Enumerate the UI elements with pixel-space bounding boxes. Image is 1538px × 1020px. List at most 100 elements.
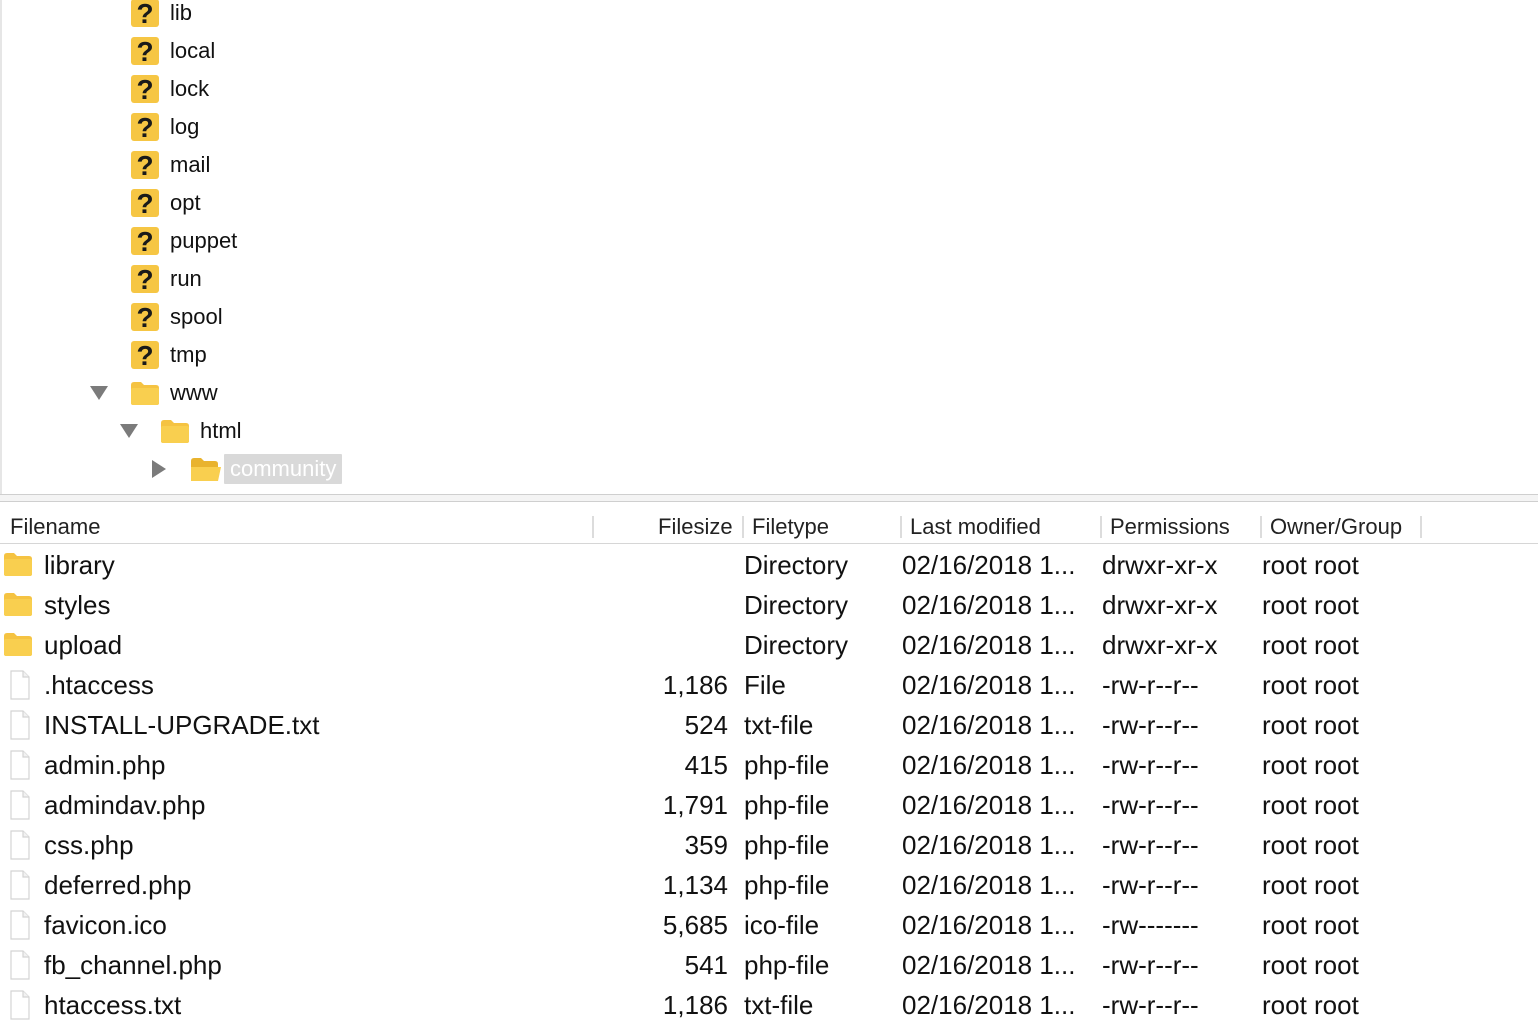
file-type: php-file (744, 870, 830, 900)
tree-item-puppet[interactable]: ? puppet (130, 222, 237, 260)
file-name: .htaccess (44, 670, 154, 700)
column-divider[interactable] (1100, 516, 1102, 538)
file-name: styles (44, 590, 111, 620)
column-divider[interactable] (900, 516, 902, 538)
file-name: upload (44, 630, 123, 660)
column-header-last-modified[interactable]: Last modified (910, 514, 1041, 540)
tree-item-lock[interactable]: ? lock (130, 70, 209, 108)
file-owner-group: root root (1262, 830, 1359, 860)
tree-item-html[interactable]: html (160, 412, 242, 450)
tree-item-local[interactable]: ? local (130, 32, 215, 70)
file-type: txt-file (744, 990, 814, 1020)
chevron-right-icon (152, 460, 166, 478)
svg-text:?: ? (136, 340, 153, 370)
file-name: fb_channel.php (44, 950, 222, 980)
file-permissions: -rw-r--r-- (1102, 710, 1199, 740)
file-row[interactable]: htaccess.txt 1,186 txt-file 02/16/2018 1...… (0, 985, 1538, 1020)
file-type: php-file (744, 750, 830, 780)
file-last-modified: 02/16/2018 1... (902, 750, 1076, 780)
column-header-filename[interactable]: Filename (10, 514, 100, 540)
file-row[interactable]: library Directory 02/16/2018 1... drwxr-xr-… (0, 545, 1538, 585)
file-permissions: -rw-r--r-- (1102, 670, 1199, 700)
file-size: 541 (684, 950, 728, 980)
file-row[interactable]: admin.php 415 php-file 02/16/2018 1... -rw-r… (0, 745, 1538, 785)
file-row[interactable]: .htaccess 1,186 File 02/16/2018 1... -rw-r--… (0, 665, 1538, 705)
column-divider[interactable] (1420, 516, 1422, 538)
tree-item-mail[interactable]: ? mail (130, 146, 210, 184)
tree-item-community[interactable]: community (190, 450, 343, 488)
svg-text:?: ? (136, 264, 153, 294)
tree-item-label: spool (170, 304, 223, 329)
file-last-modified: 02/16/2018 1... (902, 790, 1076, 820)
file-row[interactable]: admindav.php 1,791 php-file 02/16/2018 1...… (0, 785, 1538, 825)
file-owner-group: root root (1262, 790, 1359, 820)
file-permissions: drwxr-xr-x (1102, 630, 1218, 660)
file-row[interactable]: deferred.php 1,134 php-file 02/16/2018 1...… (0, 865, 1538, 905)
folder-icon (130, 380, 160, 406)
file-name: htaccess.txt (44, 990, 182, 1020)
column-header-owner-group[interactable]: Owner/Group (1270, 514, 1402, 540)
column-header-permissions[interactable]: Permissions (1110, 514, 1230, 540)
tree-item-www[interactable]: www (130, 374, 218, 412)
folder-icon (3, 551, 33, 579)
tree-item-opt[interactable]: ? opt (130, 184, 201, 222)
tree-item-lib[interactable]: ? lib (130, 0, 192, 32)
tree-item-label: html (200, 418, 242, 443)
file-type: php-file (744, 790, 830, 820)
file-row[interactable]: upload Directory 02/16/2018 1... drwxr-xr-x… (0, 625, 1538, 665)
question-icon: ? (130, 188, 160, 218)
file-icon (6, 790, 36, 820)
file-name: library (44, 550, 115, 580)
file-type: php-file (744, 950, 830, 980)
tree-item-tmp[interactable]: ? tmp (130, 336, 207, 374)
file-last-modified: 02/16/2018 1... (902, 550, 1076, 580)
remote-directory-tree: ? lib ? local ? lock ? log ? mail ? opt … (0, 0, 1538, 494)
file-list: library Directory 02/16/2018 1... drwxr-xr-… (0, 545, 1538, 1020)
expand-community-toggle[interactable] (148, 458, 170, 480)
file-owner-group: root root (1262, 550, 1359, 580)
svg-text:?: ? (136, 0, 153, 28)
svg-text:?: ? (136, 36, 153, 66)
file-permissions: -rw-r--r-- (1102, 870, 1199, 900)
column-divider[interactable] (592, 516, 594, 538)
file-row[interactable]: css.php 359 php-file 02/16/2018 1... -rw-r--… (0, 825, 1538, 865)
column-divider[interactable] (1260, 516, 1262, 538)
tree-item-log[interactable]: ? log (130, 108, 199, 146)
file-last-modified: 02/16/2018 1... (902, 590, 1076, 620)
file-last-modified: 02/16/2018 1... (902, 910, 1076, 940)
expand-www-toggle[interactable] (88, 382, 110, 404)
file-owner-group: root root (1262, 990, 1359, 1020)
question-icon: ? (130, 74, 160, 104)
file-row[interactable]: fb_channel.php 541 php-file 02/16/2018 1...… (0, 945, 1538, 985)
tree-item-spool[interactable]: ? spool (130, 298, 223, 336)
question-icon: ? (130, 226, 160, 256)
file-owner-group: root root (1262, 750, 1359, 780)
file-permissions: drwxr-xr-x (1102, 590, 1218, 620)
tree-item-label: opt (170, 190, 201, 215)
file-last-modified: 02/16/2018 1... (902, 870, 1076, 900)
column-header-filetype[interactable]: Filetype (752, 514, 829, 540)
file-type: txt-file (744, 710, 814, 740)
file-icon (6, 670, 36, 700)
file-type: Directory (744, 550, 849, 580)
column-divider[interactable] (742, 516, 744, 538)
file-permissions: drwxr-xr-x (1102, 550, 1218, 580)
column-header-filesize[interactable]: Filesize (658, 514, 733, 540)
question-icon: ? (130, 264, 160, 294)
svg-text:?: ? (136, 74, 153, 104)
file-row[interactable]: favicon.ico 5,685 ico-file 02/16/2018 1... -… (0, 905, 1538, 945)
chevron-down-icon (120, 424, 138, 438)
file-permissions: -rw-r--r-- (1102, 830, 1199, 860)
tree-item-label: mail (170, 152, 211, 177)
file-row[interactable]: styles Directory 02/16/2018 1... drwxr-xr-x… (0, 585, 1538, 625)
file-row[interactable]: INSTALL-UPGRADE.txt 524 txt-file 02/16/2018… (0, 705, 1538, 745)
tree-item-label: log (170, 114, 200, 139)
svg-text:?: ? (136, 112, 153, 142)
tree-item-label: tmp (170, 342, 207, 367)
file-last-modified: 02/16/2018 1... (902, 830, 1076, 860)
tree-item-run[interactable]: ? run (130, 260, 202, 298)
file-owner-group: root root (1262, 590, 1359, 620)
expand-html-toggle[interactable] (118, 420, 140, 442)
pane-splitter[interactable] (0, 494, 1538, 502)
file-last-modified: 02/16/2018 1... (902, 950, 1076, 980)
